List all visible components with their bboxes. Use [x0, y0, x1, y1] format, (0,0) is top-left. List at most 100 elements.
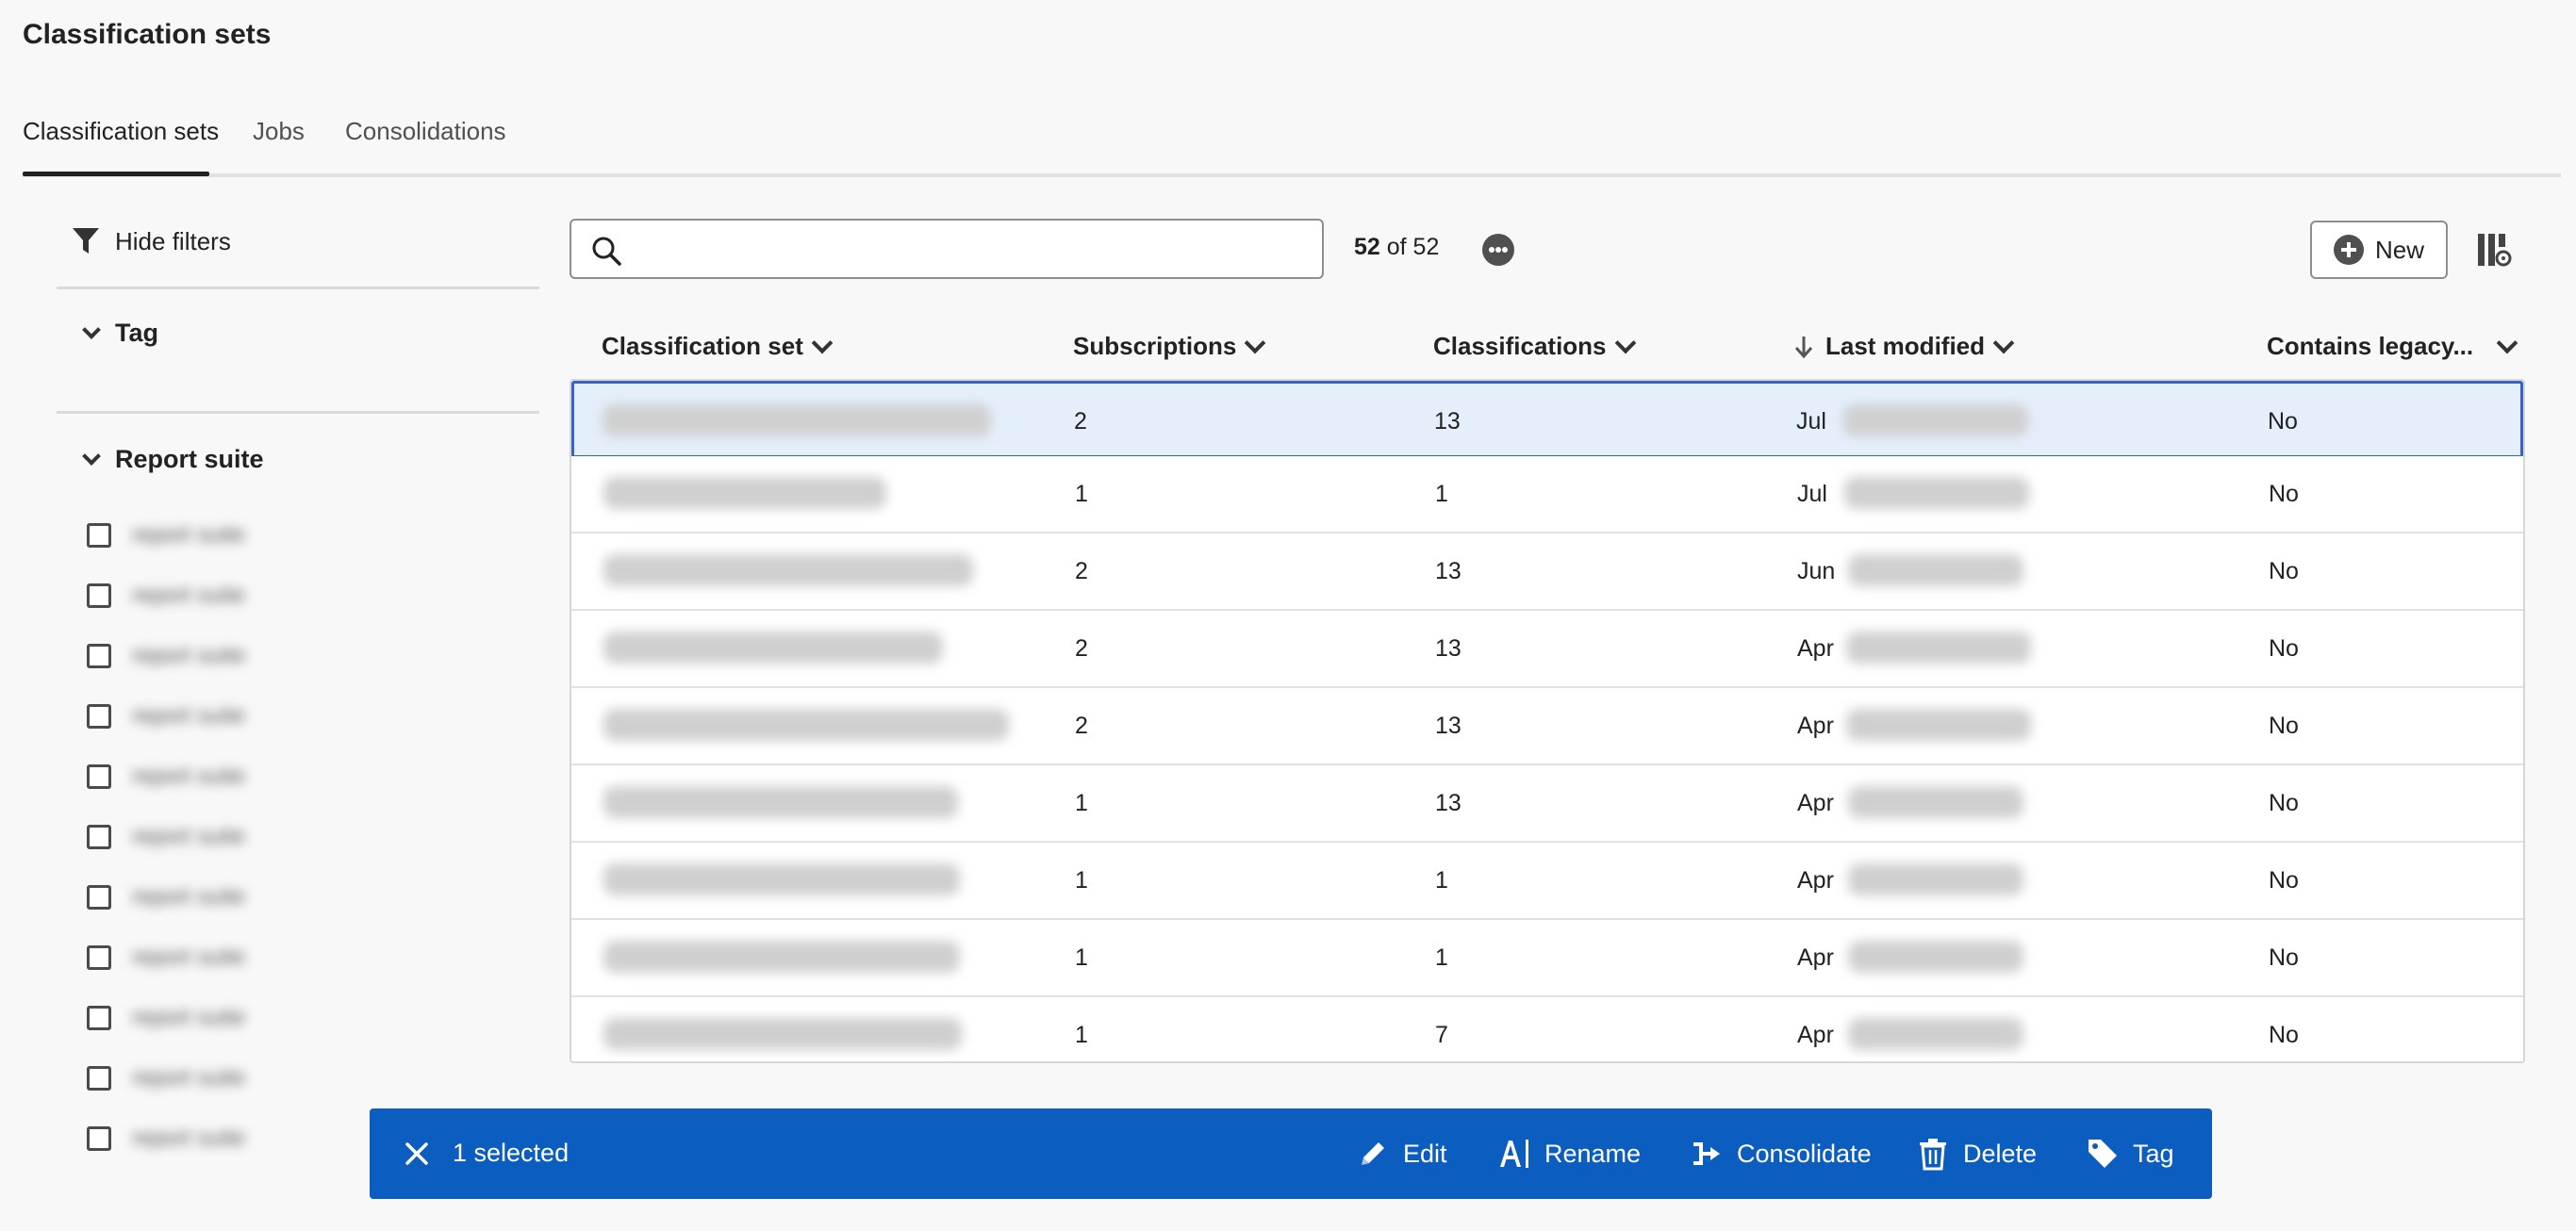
- close-icon[interactable]: [398, 1135, 436, 1173]
- cell-last-modified-month: Apr: [1797, 1022, 1834, 1048]
- report-suite-item[interactable]: report suite: [87, 1059, 520, 1097]
- cell-subscriptions: 1: [1075, 481, 1088, 507]
- column-header-contains-legacy[interactable]: Contains legacy...: [2267, 332, 2518, 361]
- report-suite-item-label: report suite: [132, 944, 246, 970]
- chevron-down-icon: [1614, 332, 1636, 353]
- chevron-down-icon: [2496, 332, 2518, 353]
- arrow-down-icon: [1794, 336, 1813, 358]
- report-suite-checkbox[interactable]: [87, 644, 111, 668]
- report-suite-checkbox[interactable]: [87, 704, 111, 729]
- search-field[interactable]: [570, 219, 1324, 279]
- report-suite-item-label: report suite: [132, 763, 246, 789]
- report-suite-item-label: report suite: [132, 824, 246, 849]
- cell-contains-legacy: No: [2269, 1022, 2299, 1048]
- cell-classifications: 1: [1435, 944, 1448, 971]
- cell-classifications: 13: [1435, 635, 1461, 662]
- classification-set-name: [603, 632, 943, 664]
- report-suite-checkbox[interactable]: [87, 945, 111, 970]
- report-suite-item[interactable]: report suite: [87, 939, 520, 977]
- tag-button[interactable]: Tag: [2086, 1131, 2174, 1176]
- rename-button[interactable]: Rename: [1497, 1131, 1641, 1176]
- report-suite-checkbox[interactable]: [87, 764, 111, 789]
- hide-filters-button[interactable]: Hide filters: [72, 222, 231, 260]
- consolidate-button[interactable]: Consolidate: [1690, 1131, 1872, 1176]
- cell-contains-legacy: No: [2269, 481, 2299, 507]
- report-suite-item[interactable]: report suite: [87, 758, 520, 796]
- tab-consolidations[interactable]: Consolidations: [345, 117, 506, 146]
- report-suite-item[interactable]: report suite: [87, 878, 520, 916]
- facet-report-suite-toggle[interactable]: Report suite: [82, 445, 264, 474]
- cell-last-modified-date: [1848, 1018, 2023, 1050]
- table-row[interactable]: 1 7 Apr No: [571, 997, 2523, 1061]
- search-input[interactable]: [634, 230, 1303, 270]
- column-header-label: Subscriptions: [1073, 332, 1237, 360]
- table-row[interactable]: 1 1 Apr No: [571, 920, 2523, 997]
- report-suite-item[interactable]: report suite: [87, 577, 520, 615]
- facet-tag-toggle[interactable]: Tag: [82, 319, 158, 348]
- classification-set-name: [603, 554, 973, 586]
- more-icon[interactable]: [1482, 234, 1514, 266]
- cell-last-modified-date: [1848, 554, 2023, 586]
- report-suite-checkbox[interactable]: [87, 885, 111, 910]
- column-header-classifications[interactable]: Classifications: [1433, 332, 1636, 361]
- table-row[interactable]: 1 13 Apr No: [571, 765, 2523, 843]
- edit-button[interactable]: Edit: [1356, 1131, 1447, 1176]
- column-settings-icon[interactable]: [2476, 232, 2512, 268]
- report-suite-item-label: report suite: [132, 1125, 246, 1151]
- tab-classification-sets[interactable]: Classification sets: [23, 117, 219, 146]
- report-suite-checkbox[interactable]: [87, 1006, 111, 1030]
- report-suite-checkbox[interactable]: [87, 523, 111, 548]
- column-header-subscriptions[interactable]: Subscriptions: [1073, 332, 1266, 361]
- report-suite-item[interactable]: report suite: [87, 999, 520, 1037]
- tab-jobs[interactable]: Jobs: [253, 117, 305, 146]
- column-header-label: Classification set: [602, 332, 803, 360]
- tag-label: Tag: [2133, 1139, 2174, 1168]
- classification-set-name: [603, 863, 960, 895]
- cell-contains-legacy: No: [2269, 790, 2299, 816]
- cell-last-modified-date: [1848, 863, 2023, 895]
- report-suite-item-label: report suite: [132, 522, 246, 548]
- table-row[interactable]: 1 1 Apr No: [571, 843, 2523, 920]
- report-suite-item[interactable]: report suite: [87, 517, 520, 554]
- table-row[interactable]: 2 13 Apr No: [571, 688, 2523, 765]
- cell-classifications: 1: [1435, 867, 1448, 894]
- table-row[interactable]: 2 13 Apr No: [571, 611, 2523, 688]
- cell-contains-legacy: No: [2269, 713, 2299, 739]
- report-suite-item[interactable]: report suite: [87, 637, 520, 675]
- delete-button[interactable]: Delete: [1916, 1131, 2037, 1176]
- report-suite-item[interactable]: report suite: [87, 698, 520, 735]
- cell-contains-legacy: No: [2268, 408, 2298, 435]
- cell-contains-legacy: No: [2269, 558, 2299, 584]
- table-row[interactable]: 2 13 Jun No: [571, 533, 2523, 611]
- column-header-classification-set[interactable]: Classification set: [602, 332, 834, 361]
- page-title: Classification sets: [23, 19, 272, 50]
- report-suite-checkbox[interactable]: [87, 1066, 111, 1091]
- cell-last-modified-month: Apr: [1797, 635, 1834, 662]
- cell-classifications: 1: [1435, 481, 1448, 507]
- column-header-last-modified[interactable]: Last modified: [1793, 332, 2015, 361]
- classification-sets-page: Classification sets Classification sets …: [0, 0, 2576, 1231]
- new-button[interactable]: New: [2310, 221, 2448, 279]
- cell-classifications: 13: [1435, 790, 1461, 816]
- table-row[interactable]: 1 1 Jul No: [571, 456, 2523, 533]
- rename-icon: [1500, 1140, 1528, 1168]
- cell-subscriptions: 1: [1075, 867, 1088, 894]
- cell-last-modified-date: [1843, 404, 2028, 436]
- table-row[interactable]: 2 13 Jul No: [571, 381, 2523, 458]
- report-suite-checkbox[interactable]: [87, 825, 111, 849]
- report-suite-item-label: report suite: [132, 1005, 246, 1030]
- cell-subscriptions: 2: [1074, 408, 1087, 435]
- classification-set-name: [603, 941, 960, 973]
- cell-contains-legacy: No: [2269, 867, 2299, 894]
- cell-classifications: 13: [1435, 558, 1461, 584]
- report-suite-checkbox[interactable]: [87, 583, 111, 608]
- plus-circle-icon: [2333, 235, 2364, 265]
- result-count-shown: 52: [1354, 234, 1380, 260]
- report-suite-checkbox[interactable]: [87, 1126, 111, 1151]
- result-count: 52 of 52: [1354, 234, 1439, 261]
- report-suite-item[interactable]: report suite: [87, 818, 520, 856]
- classification-set-name: [603, 786, 958, 818]
- report-suite-item-label: report suite: [132, 703, 246, 729]
- cell-contains-legacy: No: [2269, 944, 2299, 971]
- active-tab-indicator: [23, 172, 209, 176]
